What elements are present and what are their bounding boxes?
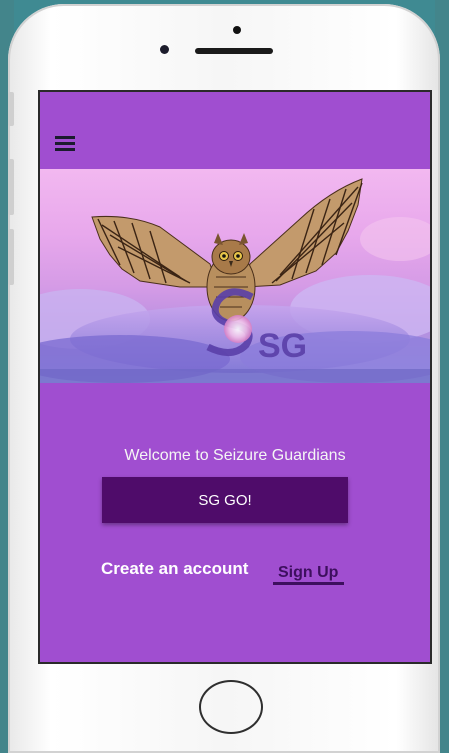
welcome-message: Welcome to Seizure Guardians (124, 447, 346, 464)
volume-down-button (8, 229, 14, 285)
proximity-sensor (233, 26, 241, 34)
mute-switch (8, 92, 14, 126)
sg-logo-letters: SG (258, 327, 307, 365)
sign-up-link[interactable]: Sign Up (273, 564, 345, 585)
sg-go-button[interactable]: SG GO! (102, 477, 348, 523)
phone-frame: SG Welcome to Seizure Guardians SG GO! C… (8, 4, 440, 753)
earpiece-speaker (195, 48, 273, 54)
menu-line (55, 142, 75, 145)
menu-line (55, 148, 75, 151)
home-button[interactable] (199, 680, 263, 734)
create-account-label: Create an account (101, 559, 249, 578)
menu-line (55, 136, 75, 139)
app-screen: SG Welcome to Seizure Guardians SG GO! C… (38, 90, 432, 664)
hamburger-menu-icon[interactable] (55, 136, 75, 154)
front-camera (160, 45, 169, 54)
volume-up-button (8, 159, 14, 215)
owl-logo-image: SG (40, 178, 430, 383)
hero-banner: SG (40, 169, 430, 383)
